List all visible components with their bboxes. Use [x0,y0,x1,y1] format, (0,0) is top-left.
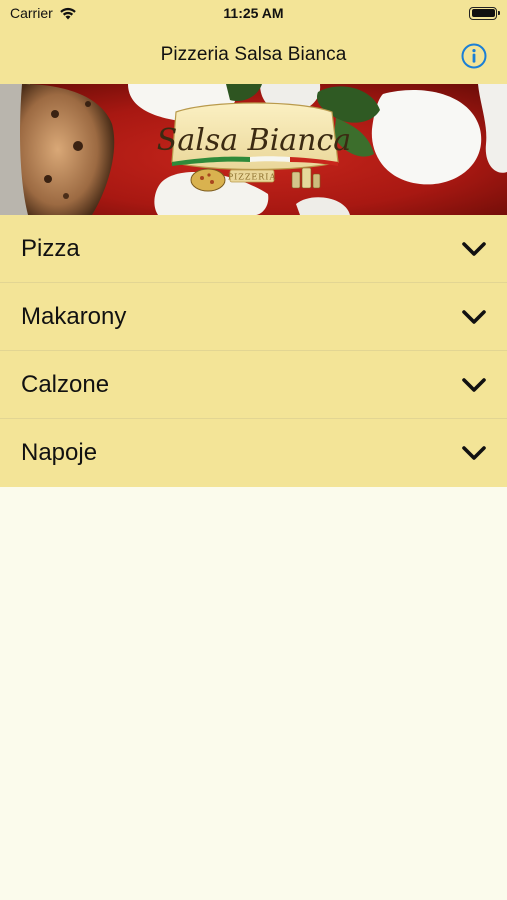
header-banner: Salsa Bianca PIZZERIA [0,84,507,215]
info-button[interactable] [461,43,487,69]
logo-text: Salsa Bianca [157,123,351,158]
category-item-pizza[interactable]: Pizza [0,215,507,283]
carrier-label: Carrier [10,5,53,21]
category-label: Pizza [21,234,80,262]
wifi-icon [59,7,76,19]
category-label: Napoje [21,439,98,466]
category-label: Makarony [21,302,127,330]
status-left: Carrier [10,5,77,21]
status-bar: Carrier 11:25 AM [0,0,507,26]
navigation-bar: Pizzeria Salsa Bianca [0,26,507,84]
chevron-down-icon [462,377,486,392]
category-item-calzone[interactable]: Calzone [0,351,507,419]
chevron-down-icon [462,309,486,324]
chevron-down-icon [462,241,486,256]
category-label: Calzone [21,370,110,398]
info-circle-icon [461,43,487,69]
category-item-makarony[interactable]: Makarony [0,283,507,351]
category-list: Pizza Makarony Calzone Napoje [0,215,507,487]
battery-icon [469,6,500,20]
category-item-napoje[interactable]: Napoje [0,419,507,487]
pizza-banner-image: Salsa Bianca PIZZERIA [0,84,507,215]
chevron-down-icon [462,446,486,460]
page-title: Pizzeria Salsa Bianca [160,44,347,65]
logo-subtext: PIZZERIA [228,173,276,182]
